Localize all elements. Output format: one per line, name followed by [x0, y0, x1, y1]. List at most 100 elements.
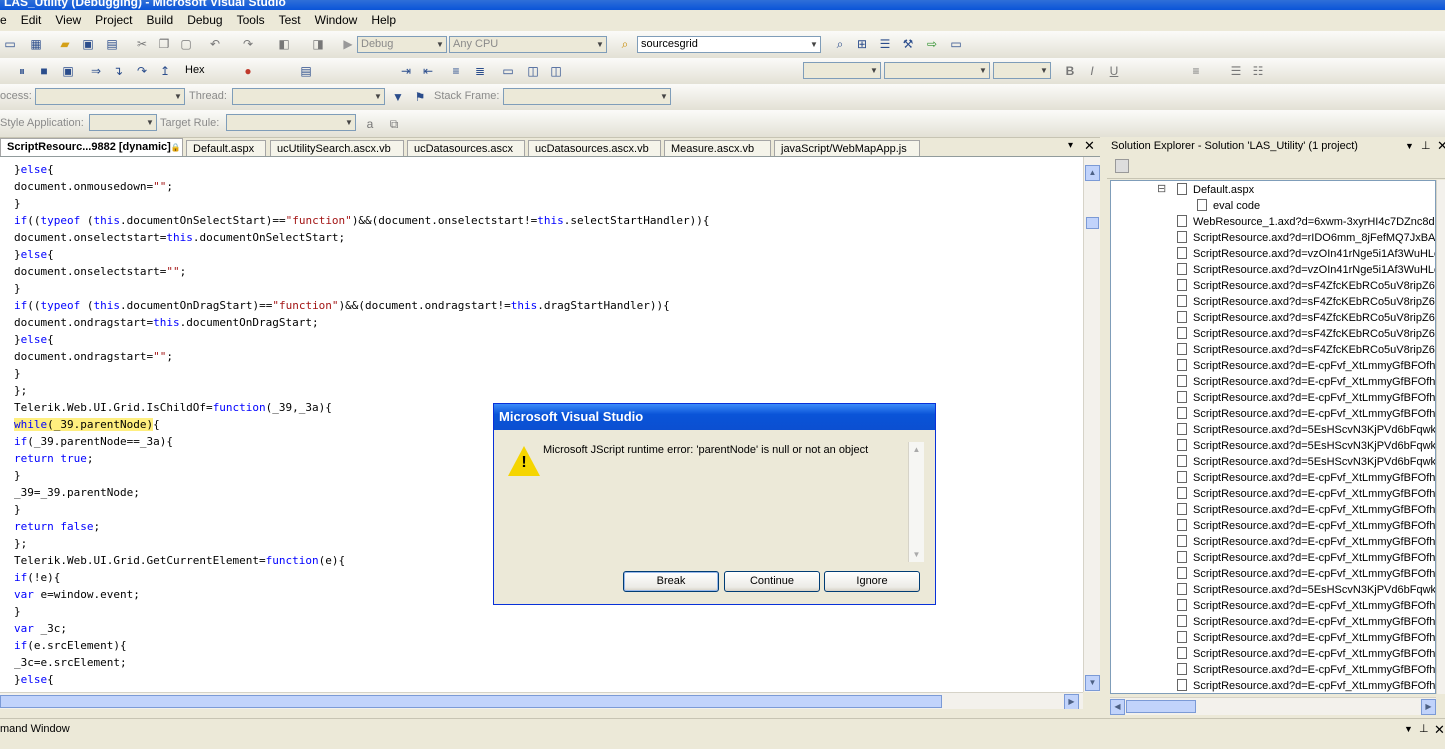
- editor-hscroll-thumb[interactable]: [0, 695, 942, 708]
- dialog-message-scrollbar[interactable]: ▲ ▼: [908, 442, 924, 562]
- find-combo[interactable]: sourcesgrid ▼: [637, 36, 821, 53]
- italic-icon[interactable]: I: [1084, 63, 1100, 79]
- undo-icon[interactable]: ↶: [207, 36, 223, 52]
- find-icon[interactable]: ⌕: [832, 36, 848, 52]
- solution-explorer-hscroll[interactable]: ◀ ▶: [1110, 697, 1436, 715]
- tree-item[interactable]: ScriptResource.axd?d=sF4ZfcKEbRCo5uV8rip…: [1177, 278, 1435, 294]
- paste-icon[interactable]: ▢: [178, 36, 194, 52]
- bullet-list-icon[interactable]: ☰: [1228, 63, 1244, 79]
- tree-item[interactable]: ScriptResource.axd?d=E-cpFvf_XtLmmyGfBFO…: [1177, 566, 1435, 582]
- scroll-right-icon[interactable]: ▶: [1064, 694, 1079, 710]
- tree-item[interactable]: ScriptResource.axd?d=E-cpFvf_XtLmmyGfBFO…: [1177, 662, 1435, 678]
- manage-styles-icon[interactable]: ⧉: [386, 116, 402, 132]
- save-all-icon[interactable]: ▤: [104, 36, 120, 52]
- tab-ucdatasources-ascx-vb[interactable]: ucDatasources.ascx.vb: [528, 140, 661, 156]
- close-icon[interactable]: ✕: [1434, 719, 1445, 740]
- scroll-up-icon[interactable]: ▲: [1085, 165, 1100, 181]
- open-folder-icon[interactable]: ▰: [57, 36, 73, 52]
- bookmark-prev-icon[interactable]: ◫: [525, 63, 541, 79]
- menu-build[interactable]: Build: [140, 10, 181, 31]
- pin-icon[interactable]: ⊥: [1421, 137, 1431, 155]
- toolbox-icon[interactable]: ⚒: [900, 36, 916, 52]
- se-hscroll-thumb[interactable]: [1126, 700, 1196, 713]
- pin-icon[interactable]: ⊥: [1419, 719, 1429, 740]
- tree-item[interactable]: ScriptResource.axd?d=E-cpFvf_XtLmmyGfBFO…: [1177, 534, 1435, 550]
- redo-icon[interactable]: ↷: [240, 36, 256, 52]
- filter-icon[interactable]: ▼: [390, 89, 406, 105]
- font-name-combo[interactable]: ▼: [803, 62, 881, 79]
- bold-icon[interactable]: B: [1062, 63, 1078, 79]
- pause-icon[interactable]: ⏸: [14, 63, 30, 79]
- align-icon[interactable]: ≡: [1188, 63, 1204, 79]
- editor-vertical-scrollbar[interactable]: ▲ ▼: [1083, 157, 1101, 692]
- tree-item[interactable]: WebResource_1.axd?d=6xwm-3xyrHI4c7DZnc8d: [1177, 214, 1435, 230]
- solution-config-combo[interactable]: Debug ▼: [357, 36, 447, 53]
- pane-splitter[interactable]: [1100, 137, 1107, 717]
- step-into-icon[interactable]: ↴: [110, 63, 126, 79]
- menu-file[interactable]: e: [0, 10, 14, 31]
- stack-frame-combo[interactable]: ▼: [503, 88, 671, 105]
- menu-test[interactable]: Test: [272, 10, 308, 31]
- editor-vscroll-thumb[interactable]: [1086, 217, 1099, 229]
- menu-window[interactable]: Window: [308, 10, 365, 31]
- indent-icon[interactable]: ⇥: [398, 63, 414, 79]
- add-item-icon[interactable]: ▦: [28, 36, 44, 52]
- style-application-combo[interactable]: ▼: [89, 114, 157, 131]
- tree-item-default-aspx[interactable]: Default.aspx: [1177, 182, 1254, 198]
- tree-item[interactable]: ScriptResource.axd?d=E-cpFvf_XtLmmyGfBFO…: [1177, 598, 1435, 614]
- restart-icon[interactable]: ▣: [60, 63, 76, 79]
- tree-item[interactable]: ScriptResource.axd?d=E-cpFvf_XtLmmyGfBFO…: [1177, 630, 1435, 646]
- solution-explorer-tree[interactable]: Default.aspx eval code WebResource_1.axd?d…: [1110, 180, 1436, 694]
- object-browser-icon[interactable]: ⇨: [924, 36, 940, 52]
- target-rule-combo[interactable]: ▼: [226, 114, 356, 131]
- tree-item[interactable]: ScriptResource.axd?d=sF4ZfcKEbRCo5uV8rip…: [1177, 310, 1435, 326]
- solution-platform-combo[interactable]: Any CPU ▼: [449, 36, 607, 53]
- tree-item[interactable]: ScriptResource.axd?d=E-cpFvf_XtLmmyGfBFO…: [1177, 550, 1435, 566]
- menu-tools[interactable]: Tools: [230, 10, 272, 31]
- navigate-backward-icon[interactable]: ◧: [276, 36, 292, 52]
- close-document-icon[interactable]: ✕: [1084, 138, 1095, 154]
- numbered-list-icon[interactable]: ☷: [1250, 63, 1266, 79]
- tree-item[interactable]: ScriptResource.axd?d=E-cpFvf_XtLmmyGfBFO…: [1177, 502, 1435, 518]
- tree-item[interactable]: ScriptResource.axd?d=sF4ZfcKEbRCo5uV8rip…: [1177, 294, 1435, 310]
- tree-item[interactable]: ScriptResource.axd?d=vzOIn41rNge5i1Af3Wu…: [1177, 246, 1435, 262]
- menu-help[interactable]: Help: [364, 10, 403, 31]
- solution-explorer-vscroll[interactable]: [1436, 180, 1445, 694]
- break-button[interactable]: Break: [623, 571, 719, 592]
- tree-item[interactable]: ScriptResource.axd?d=E-cpFvf_XtLmmyGfBFO…: [1177, 390, 1435, 406]
- outdent-icon[interactable]: ⇤: [420, 63, 436, 79]
- find-in-files-icon[interactable]: ⌕: [617, 36, 633, 52]
- tree-item[interactable]: ScriptResource.axd?d=E-cpFvf_XtLmmyGfBFO…: [1177, 406, 1435, 422]
- tree-item[interactable]: ScriptResource.axd?d=E-cpFvf_XtLmmyGfBFO…: [1177, 374, 1435, 390]
- ignore-button[interactable]: Ignore: [824, 571, 920, 592]
- scroll-left-icon[interactable]: ◀: [1110, 699, 1125, 715]
- bookmark-icon[interactable]: ▭: [500, 63, 516, 79]
- scroll-down-icon[interactable]: ▼: [1085, 675, 1100, 691]
- bookmark-next-icon[interactable]: ◫: [548, 63, 564, 79]
- tree-item[interactable]: eval code: [1197, 198, 1260, 214]
- tree-item[interactable]: ScriptResource.axd?d=E-cpFvf_XtLmmyGfBFO…: [1177, 358, 1435, 374]
- tree-item[interactable]: ScriptResource.axd?d=5EsHScvN3KjPVd6bFqw…: [1177, 582, 1435, 598]
- close-icon[interactable]: ✕: [1437, 137, 1445, 155]
- tree-item[interactable]: ScriptResource.axd?d=sF4ZfcKEbRCo5uV8rip…: [1177, 326, 1435, 342]
- scroll-down-icon[interactable]: ▼: [909, 547, 924, 562]
- copy-icon[interactable]: ❐: [156, 36, 172, 52]
- window-position-icon[interactable]: ▼: [1405, 137, 1414, 155]
- stop-icon[interactable]: ■: [36, 63, 52, 79]
- window-icon[interactable]: ▭: [948, 36, 964, 52]
- menu-debug[interactable]: Debug: [180, 10, 229, 31]
- tree-item[interactable]: ScriptResource.axd?d=5EsHScvN3KjPVd6bFqw…: [1177, 454, 1435, 470]
- tree-item[interactable]: ScriptResource.axd?d=sF4ZfcKEbRCo5uV8rip…: [1177, 342, 1435, 358]
- tab-ucdatasources-ascx[interactable]: ucDatasources.ascx: [407, 140, 525, 156]
- tree-item[interactable]: ScriptResource.axd?d=E-cpFvf_XtLmmyGfBFO…: [1177, 678, 1435, 693]
- window-position-icon[interactable]: ▼: [1404, 719, 1413, 740]
- solution-explorer-icon[interactable]: ⊞: [854, 36, 870, 52]
- font-size-combo[interactable]: ▼: [884, 62, 990, 79]
- tree-item[interactable]: ScriptResource.axd?d=vzOIn41rNge5i1Af3Wu…: [1177, 262, 1435, 278]
- menu-view[interactable]: View: [48, 10, 88, 31]
- show-next-statement-icon[interactable]: ⇒: [88, 63, 104, 79]
- scroll-up-icon[interactable]: ▲: [909, 442, 924, 457]
- block-format-combo[interactable]: ▼: [993, 62, 1051, 79]
- navigate-forward-icon[interactable]: ◨: [310, 36, 326, 52]
- menu-project[interactable]: Project: [88, 10, 139, 31]
